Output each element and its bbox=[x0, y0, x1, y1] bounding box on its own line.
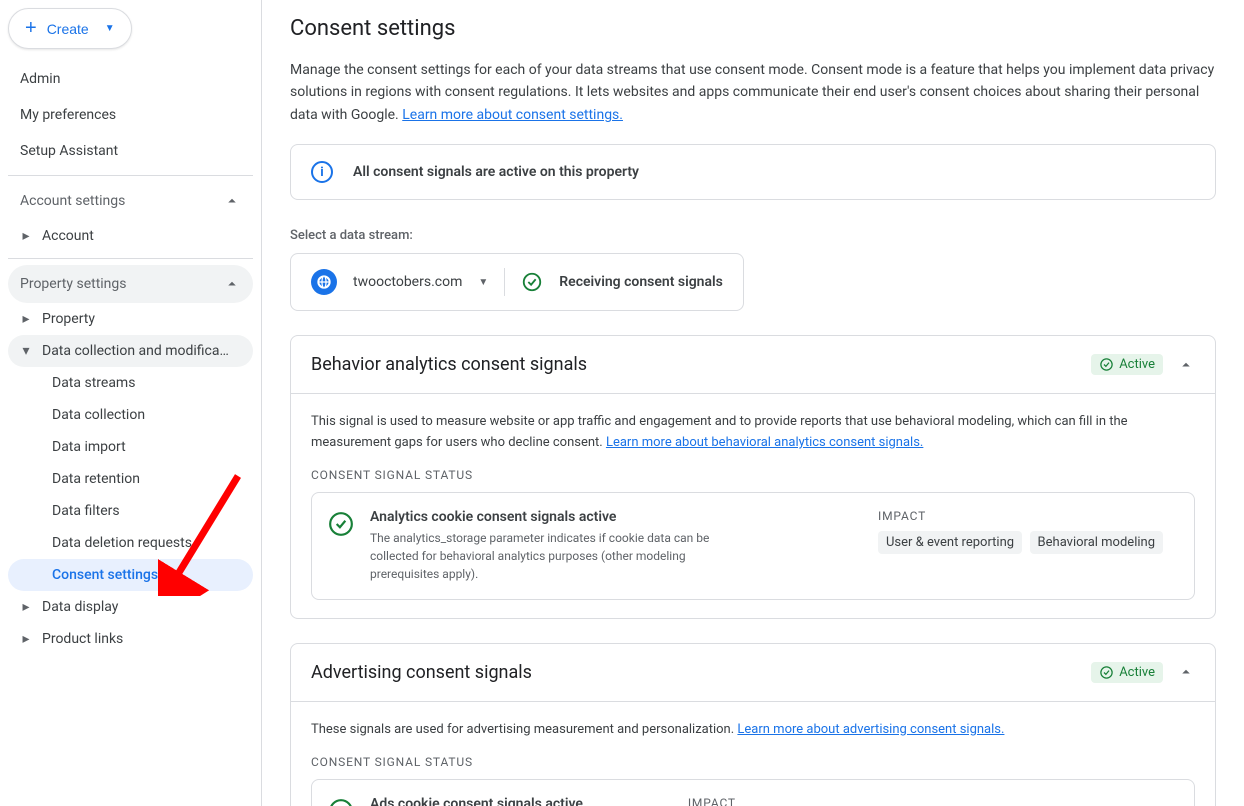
sub-consent-settings[interactable]: Consent settings bbox=[8, 559, 253, 591]
tree-data-collection[interactable]: ▾ Data collection and modifica… bbox=[8, 335, 253, 367]
caret-down-icon: ▼ bbox=[105, 23, 115, 34]
nav-my-preferences[interactable]: My preferences bbox=[8, 97, 253, 133]
chevron-up-icon[interactable] bbox=[1177, 356, 1195, 374]
intro-link[interactable]: Learn more about consent settings. bbox=[402, 107, 623, 123]
sub-data-retention[interactable]: Data retention bbox=[8, 463, 253, 495]
status-title: Ads cookie consent signals active bbox=[370, 796, 670, 806]
consent-status-label: CONSENT SIGNAL STATUS bbox=[311, 755, 1195, 769]
globe-icon bbox=[311, 269, 337, 295]
impact-label: IMPACT bbox=[878, 509, 1178, 523]
sub-data-import[interactable]: Data import bbox=[8, 431, 253, 463]
sidebar: + Create ▼ Admin My preferences Setup As… bbox=[0, 0, 262, 806]
info-icon: i bbox=[311, 161, 333, 183]
card-advertising: Advertising consent signals Active These… bbox=[290, 643, 1216, 806]
status-box: Analytics cookie consent signals active … bbox=[311, 492, 1195, 600]
chip: Behavioral modeling bbox=[1030, 531, 1163, 554]
divider bbox=[504, 268, 505, 296]
check-circle-icon bbox=[328, 511, 354, 537]
arrow-right-icon: ▸ bbox=[18, 311, 34, 327]
divider bbox=[8, 175, 253, 176]
intro-text: Manage the consent settings for each of … bbox=[290, 59, 1216, 126]
nav-admin[interactable]: Admin bbox=[8, 61, 253, 97]
card-header[interactable]: Behavior analytics consent signals Activ… bbox=[291, 336, 1215, 394]
card-description: This signal is used to measure website o… bbox=[311, 412, 1195, 454]
sub-data-streams[interactable]: Data streams bbox=[8, 367, 253, 399]
create-label: Create bbox=[47, 21, 89, 37]
main-content: Consent settings Manage the consent sett… bbox=[262, 0, 1244, 806]
arrow-right-icon: ▸ bbox=[18, 599, 34, 615]
chevron-up-icon bbox=[223, 275, 241, 293]
consent-status-label: CONSENT SIGNAL STATUS bbox=[311, 468, 1195, 482]
check-circle-icon bbox=[328, 798, 354, 806]
card-description: These signals are used for advertising m… bbox=[311, 720, 1195, 741]
card-desc-link[interactable]: Learn more about advertising consent sig… bbox=[737, 722, 1004, 737]
arrow-right-icon: ▸ bbox=[18, 631, 34, 647]
nav-setup-assistant[interactable]: Setup Assistant bbox=[8, 133, 253, 169]
card-title: Behavior analytics consent signals bbox=[311, 354, 587, 375]
tree-data-display[interactable]: ▸ Data display bbox=[8, 591, 253, 623]
property-settings-header[interactable]: Property settings bbox=[8, 265, 253, 303]
arrow-right-icon: ▸ bbox=[18, 228, 34, 244]
card-desc-link[interactable]: Learn more about behavioral analytics co… bbox=[606, 435, 923, 450]
status-subtitle: The analytics_storage parameter indicate… bbox=[370, 529, 730, 583]
stream-picker: twooctobers.com ▼ Receiving consent sign… bbox=[290, 253, 744, 311]
sub-data-deletion[interactable]: Data deletion requests bbox=[8, 527, 253, 559]
sub-data-filters[interactable]: Data filters bbox=[8, 495, 253, 527]
card-behavior-analytics: Behavior analytics consent signals Activ… bbox=[290, 335, 1216, 619]
card-title: Advertising consent signals bbox=[311, 662, 532, 683]
chevron-up-icon bbox=[223, 192, 241, 210]
stream-name: twooctobers.com bbox=[353, 274, 462, 290]
stream-select-label: Select a data stream: bbox=[290, 228, 1216, 243]
create-button[interactable]: + Create ▼ bbox=[8, 8, 132, 49]
active-badge: Active bbox=[1091, 662, 1163, 683]
impact-chips: User & event reporting Behavioral modeli… bbox=[878, 529, 1178, 556]
tree-property[interactable]: ▸ Property bbox=[8, 303, 253, 335]
info-banner: i All consent signals are active on this… bbox=[290, 144, 1216, 200]
divider bbox=[8, 258, 253, 259]
plus-icon: + bbox=[25, 17, 37, 40]
check-circle-icon bbox=[521, 271, 543, 293]
stream-dropdown[interactable]: ▼ bbox=[478, 277, 488, 288]
arrow-down-icon: ▾ bbox=[18, 343, 34, 359]
banner-text: All consent signals are active on this p… bbox=[353, 164, 639, 180]
tree-product-links[interactable]: ▸ Product links bbox=[8, 623, 253, 655]
stream-status: Receiving consent signals bbox=[559, 274, 723, 290]
tree-account[interactable]: ▸ Account bbox=[8, 220, 253, 252]
sub-data-collection[interactable]: Data collection bbox=[8, 399, 253, 431]
card-header[interactable]: Advertising consent signals Active bbox=[291, 644, 1215, 702]
impact-label: IMPACT bbox=[688, 796, 1178, 806]
status-box: Ads cookie consent signals active The ad… bbox=[311, 779, 1195, 806]
chevron-up-icon[interactable] bbox=[1177, 663, 1195, 681]
account-settings-header[interactable]: Account settings bbox=[8, 182, 253, 220]
page-title: Consent settings bbox=[290, 16, 1216, 41]
status-title: Analytics cookie consent signals active bbox=[370, 509, 730, 525]
active-badge: Active bbox=[1091, 354, 1163, 375]
chip: User & event reporting bbox=[878, 531, 1022, 554]
